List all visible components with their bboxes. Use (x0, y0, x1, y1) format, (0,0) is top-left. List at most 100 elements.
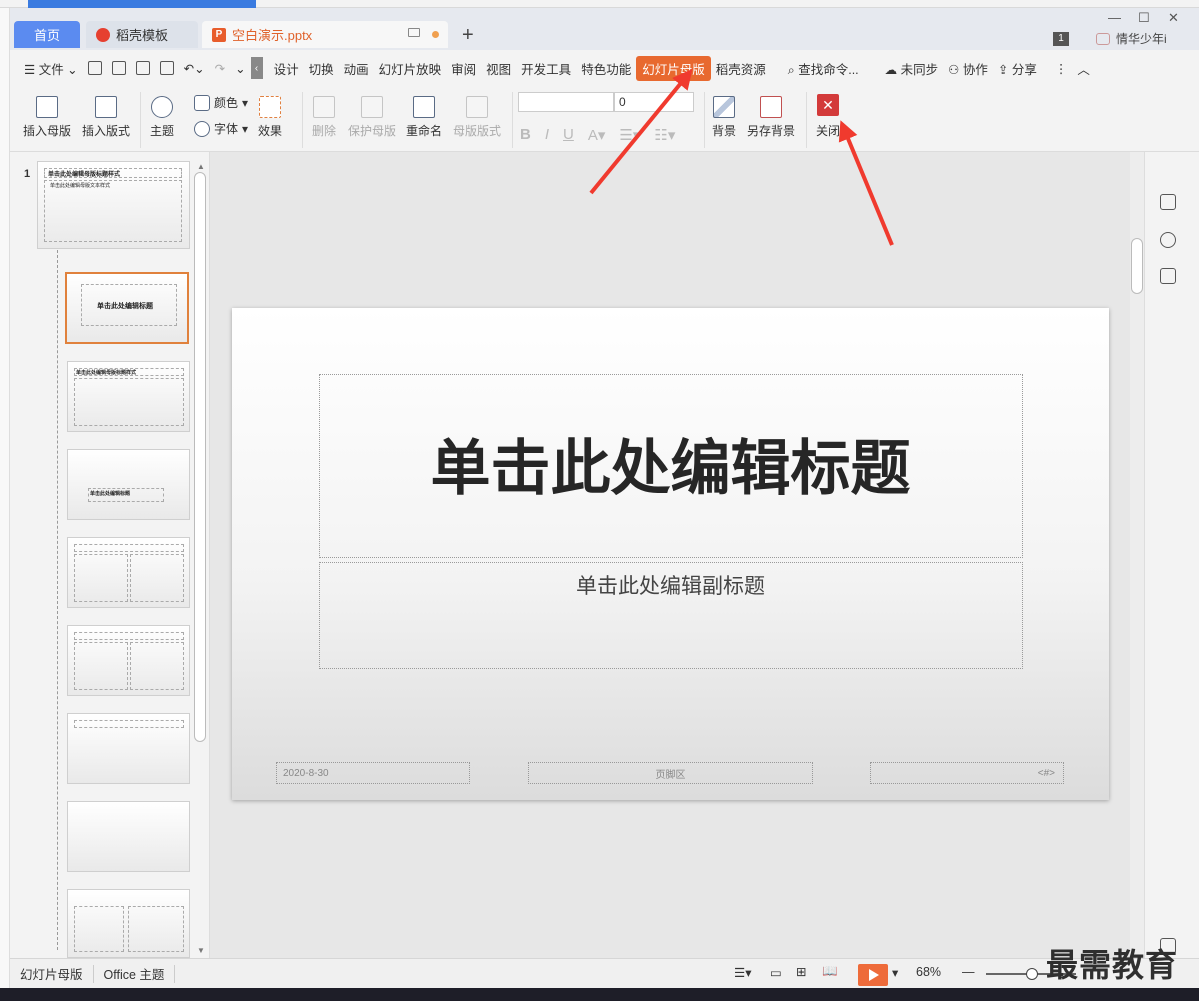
italic-icon[interactable]: I (545, 126, 549, 144)
play-slideshow-button[interactable] (858, 964, 888, 986)
menu-features[interactable]: 特色功能 (576, 59, 636, 78)
close-master-label: 关闭 (816, 124, 841, 138)
bullet-list-icon[interactable]: ☰▾ (619, 126, 640, 144)
thumb-left-placeholder (74, 906, 124, 952)
close-window-button[interactable]: ✕ (1168, 10, 1179, 26)
reading-view-icon[interactable]: 📖 (822, 964, 838, 979)
menu-file[interactable]: ☰ 文件 ⌄ (10, 59, 83, 78)
tab-home[interactable]: 首页 (14, 21, 80, 48)
search-command[interactable]: ⌕ 查找命令... (783, 59, 864, 78)
collapse-ribbon-icon[interactable]: ︿ (1072, 59, 1095, 78)
notes-icon[interactable]: ☰▾ (734, 965, 751, 980)
collapse-chevron-icon[interactable]: ‹ (250, 57, 263, 79)
close-master-view-button[interactable]: ✕ 关闭 (816, 94, 840, 139)
collaborate-button[interactable]: ⚇ 协作 (943, 59, 993, 78)
slide-sorter-icon[interactable]: ⊞ (796, 964, 806, 979)
editor-scroll-thumb[interactable] (1131, 238, 1143, 294)
effect-button[interactable]: 效果 (258, 96, 282, 139)
zoom-level[interactable]: 68% (916, 965, 941, 979)
play-dropdown-icon[interactable]: ▾ (892, 965, 898, 980)
bold-icon[interactable]: B (520, 126, 531, 144)
rename-button[interactable]: 重命名 (406, 96, 442, 139)
ribbon-divider (806, 92, 807, 148)
new-tab-button[interactable]: + (462, 24, 474, 47)
font-color-icon[interactable]: A▾ (588, 126, 606, 144)
theme-name-label[interactable]: Office 主题 (104, 964, 165, 983)
insert-master-button[interactable]: 插入母版 (23, 96, 71, 139)
date-placeholder[interactable]: 2020-8-30 (276, 762, 470, 784)
thumb-layout-title[interactable]: 单击此处编辑标题 (65, 272, 189, 344)
thumb-body-placeholder (44, 180, 182, 242)
slide-number-text: <#> (1037, 767, 1055, 779)
quick-access-dropdown-icon[interactable]: ⌄ (230, 61, 250, 76)
insert-layout-button[interactable]: 插入版式 (82, 96, 130, 139)
menu-design[interactable]: 设计 (269, 59, 304, 78)
thumb-left-placeholder (74, 554, 128, 602)
sync-status[interactable]: ☁ 未同步 (880, 59, 944, 78)
print-preview-icon[interactable] (159, 61, 174, 75)
more-options-icon[interactable]: ⋮ (1050, 61, 1073, 76)
menu-developer[interactable]: 开发工具 (516, 59, 576, 78)
tab-home-label: 首页 (33, 28, 60, 43)
numbered-list-icon[interactable]: ☷▾ (654, 126, 675, 144)
tab-document[interactable]: P 空白演示.pptx (202, 21, 448, 48)
tab-templates[interactable]: 稻壳模板 (86, 21, 198, 48)
thumb-layout-section[interactable]: 单击此处编辑标题 (67, 449, 190, 520)
editor-scrollbar[interactable] (1130, 152, 1144, 958)
undo-icon[interactable]: ↶⌄ (179, 61, 210, 76)
menu-transition[interactable]: 切换 (304, 59, 339, 78)
menu-view[interactable]: 视图 (481, 59, 516, 78)
scroll-up-icon[interactable]: ▲ (197, 162, 205, 171)
menu-slideshow[interactable]: 幻灯片放映 (374, 59, 447, 78)
scroll-down-icon[interactable]: ▼ (197, 946, 205, 955)
redo-icon[interactable]: ↷ (210, 61, 230, 76)
minimize-button[interactable]: — (1108, 10, 1121, 25)
thumb-master[interactable]: 单击此处编辑母版标题样式 单击此处编辑母版文本样式 (37, 161, 190, 249)
print-icon[interactable] (135, 61, 150, 75)
save-background-button[interactable]: 另存背景 (747, 96, 795, 139)
protect-master-button[interactable]: 保护母版 (348, 96, 396, 139)
normal-view-icon[interactable]: ▭ (770, 965, 782, 980)
menu-docer-resources[interactable]: 稻壳资源 (711, 59, 771, 78)
delete-button[interactable]: 删除 (312, 96, 336, 139)
color-button[interactable]: 颜色 ▾ (194, 94, 248, 111)
os-active-window-strip (28, 0, 256, 8)
background-label: 背景 (712, 124, 737, 138)
share-button[interactable]: ⇪ 分享 (993, 59, 1042, 78)
master-layout-button[interactable]: 母版版式 (453, 96, 501, 139)
transition-icon[interactable] (1160, 268, 1176, 284)
monitor-icon[interactable] (408, 28, 420, 37)
background-button[interactable]: 背景 (712, 96, 736, 139)
thumbnail-scrollbar[interactable] (194, 172, 206, 742)
properties-sliders-icon[interactable] (1160, 194, 1176, 210)
font-family-select[interactable] (518, 92, 614, 112)
slide-number-placeholder[interactable]: <#> (870, 762, 1064, 784)
protect-master-label: 保护母版 (348, 124, 397, 138)
presentation-file-icon: P (212, 27, 226, 42)
underline-icon[interactable]: U (563, 126, 574, 144)
user-account[interactable]: 情华少年i (1096, 30, 1167, 47)
thumb-layout-title-content[interactable]: 单击此处编辑母版标题样式 (67, 361, 190, 432)
font-theme-button[interactable]: 字体 ▾ (194, 120, 248, 137)
save-background-icon (760, 96, 782, 118)
export-pdf-icon[interactable] (111, 61, 126, 75)
thumb-layout-two-content[interactable] (67, 537, 190, 608)
maximize-button[interactable]: ☐ (1138, 10, 1150, 26)
thumb-layout-comparison[interactable] (67, 625, 190, 696)
zoom-slider-knob[interactable] (1026, 968, 1038, 980)
animation-star-icon[interactable] (1160, 232, 1176, 248)
menu-review[interactable]: 审阅 (446, 59, 481, 78)
thumb-layout-blank[interactable] (67, 801, 190, 872)
thumb-layout-title-only[interactable] (67, 713, 190, 784)
ribbon-divider (512, 92, 513, 148)
window-count-badge[interactable]: 1 (1053, 32, 1069, 46)
footer-placeholder[interactable]: 页脚区 (528, 762, 813, 784)
theme-button[interactable]: 主题 (150, 96, 174, 139)
slide-canvas[interactable]: 单击此处编辑标题 单击此处编辑副标题 2020-8-30 页脚区 <#> (232, 308, 1109, 800)
font-size-select[interactable]: 0 (614, 92, 694, 112)
zoom-out-button[interactable]: — (962, 965, 975, 979)
save-icon[interactable] (87, 61, 102, 75)
thumb-layout-content-caption[interactable] (67, 889, 190, 958)
menu-animation[interactable]: 动画 (339, 59, 374, 78)
menu-slide-master[interactable]: 幻灯片母版 (636, 55, 711, 81)
